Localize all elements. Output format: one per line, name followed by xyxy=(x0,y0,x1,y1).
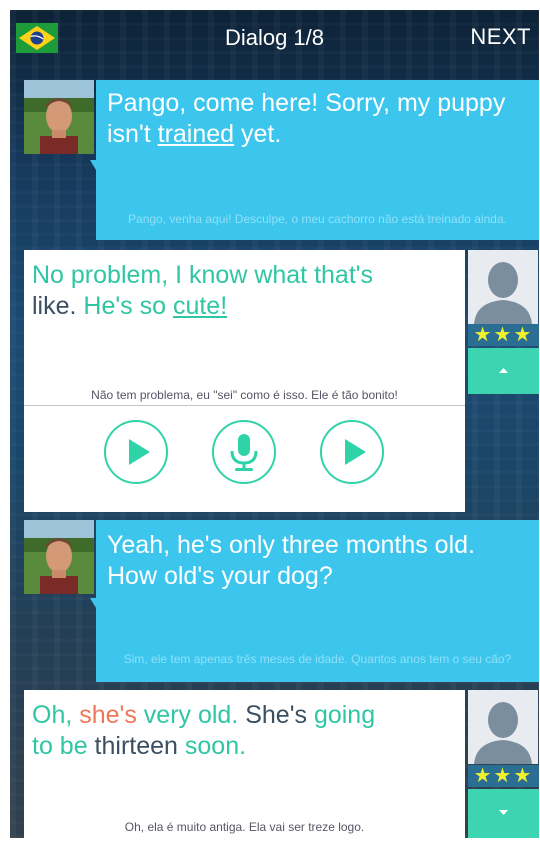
record-button[interactable] xyxy=(212,420,276,484)
vocabulary-link[interactable]: cute! xyxy=(173,292,227,320)
message-translation: Pango, venha aqui! Desculpe, o meu cacho… xyxy=(128,212,507,226)
message-english: Pango, come here! Sorry, my puppy isn't … xyxy=(107,89,506,148)
score-stars: ★★★ xyxy=(468,765,539,787)
message-english: Yeah, he's only three months old. How ol… xyxy=(107,531,475,590)
play-icon xyxy=(129,439,150,465)
app-frame: Dialog 1/8 NEXT Pango, come here! Sorry,… xyxy=(10,10,539,838)
reply-english: Oh, she's very old. She's going to be th… xyxy=(32,701,376,760)
tutor-avatar xyxy=(24,80,94,154)
next-button[interactable]: NEXT xyxy=(470,24,531,50)
user-reply-card: Oh, she's very old. She's going to be th… xyxy=(24,690,465,838)
reply-english: No problem, I know what that's like. He'… xyxy=(32,261,374,320)
expand-button[interactable] xyxy=(468,789,539,838)
user-silhouette-icon xyxy=(468,250,538,324)
user-avatar xyxy=(468,690,538,764)
chevron-up-icon xyxy=(499,368,508,373)
chevron-down-icon xyxy=(499,810,508,815)
divider xyxy=(24,405,465,406)
microphone-icon xyxy=(230,434,258,471)
play-button[interactable] xyxy=(104,420,168,484)
play-icon xyxy=(345,439,366,465)
user-avatar xyxy=(468,250,538,324)
user-silhouette-icon xyxy=(468,690,538,764)
collapse-button[interactable] xyxy=(468,348,539,394)
tutor-message-bubble[interactable]: Pango, come here! Sorry, my puppy isn't … xyxy=(96,80,539,240)
play-native-button[interactable] xyxy=(320,420,384,484)
dialog-title: Dialog 1/8 xyxy=(224,25,325,50)
tutor-message-bubble[interactable]: Yeah, he's only three months old. How ol… xyxy=(96,520,539,682)
vocabulary-link[interactable]: trained xyxy=(158,120,234,148)
reply-translation: Oh, ela é muito antiga. Ela vai ser trez… xyxy=(124,820,365,834)
score-stars: ★★★ xyxy=(468,324,539,346)
top-bar: Dialog 1/8 NEXT xyxy=(10,10,539,66)
reply-translation: Não tem problema, eu "sei" como é isso. … xyxy=(91,388,398,402)
tutor-avatar xyxy=(24,520,94,594)
user-reply-card: No problem, I know what that's like. He'… xyxy=(24,250,465,512)
message-translation: Sim, ele tem apenas três meses de idade.… xyxy=(123,652,512,666)
